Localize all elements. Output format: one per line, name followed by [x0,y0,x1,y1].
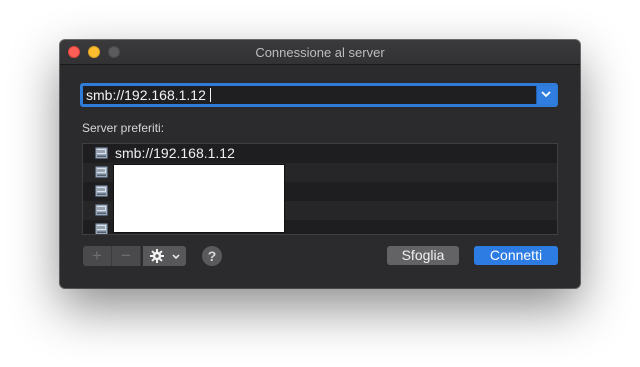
actions-menu-button[interactable] [143,246,186,266]
connect-to-server-window: Connessione al server Server preferiti: … [60,40,580,288]
title-bar: Connessione al server [60,40,580,65]
server-icon [95,166,108,178]
window-title: Connessione al server [255,45,385,60]
server-icon [95,223,108,234]
favorites-edit-controls: + − [83,246,141,266]
server-icon [95,204,108,216]
server-address-input[interactable] [83,86,535,104]
browse-button[interactable]: Sfoglia [387,246,459,265]
list-item[interactable]: smb://192.168.1.12 [83,144,557,163]
address-dropdown-button[interactable] [536,86,555,104]
server-icon [95,185,108,197]
connect-button[interactable]: Connetti [474,246,558,265]
add-favorite-button[interactable]: + [83,246,112,266]
help-button[interactable]: ? [202,246,222,266]
chevron-down-icon [541,91,551,98]
gear-icon [150,249,164,263]
chevron-down-icon [172,254,180,259]
list-item-label: smb://192.168.1.12 [115,145,235,161]
redacted-area [113,164,285,233]
text-cursor [210,88,211,102]
server-icon [95,147,108,159]
server-address-combobox[interactable] [80,83,558,107]
remove-favorite-button[interactable]: − [112,246,141,266]
favorites-label: Server preferiti: [82,121,165,135]
